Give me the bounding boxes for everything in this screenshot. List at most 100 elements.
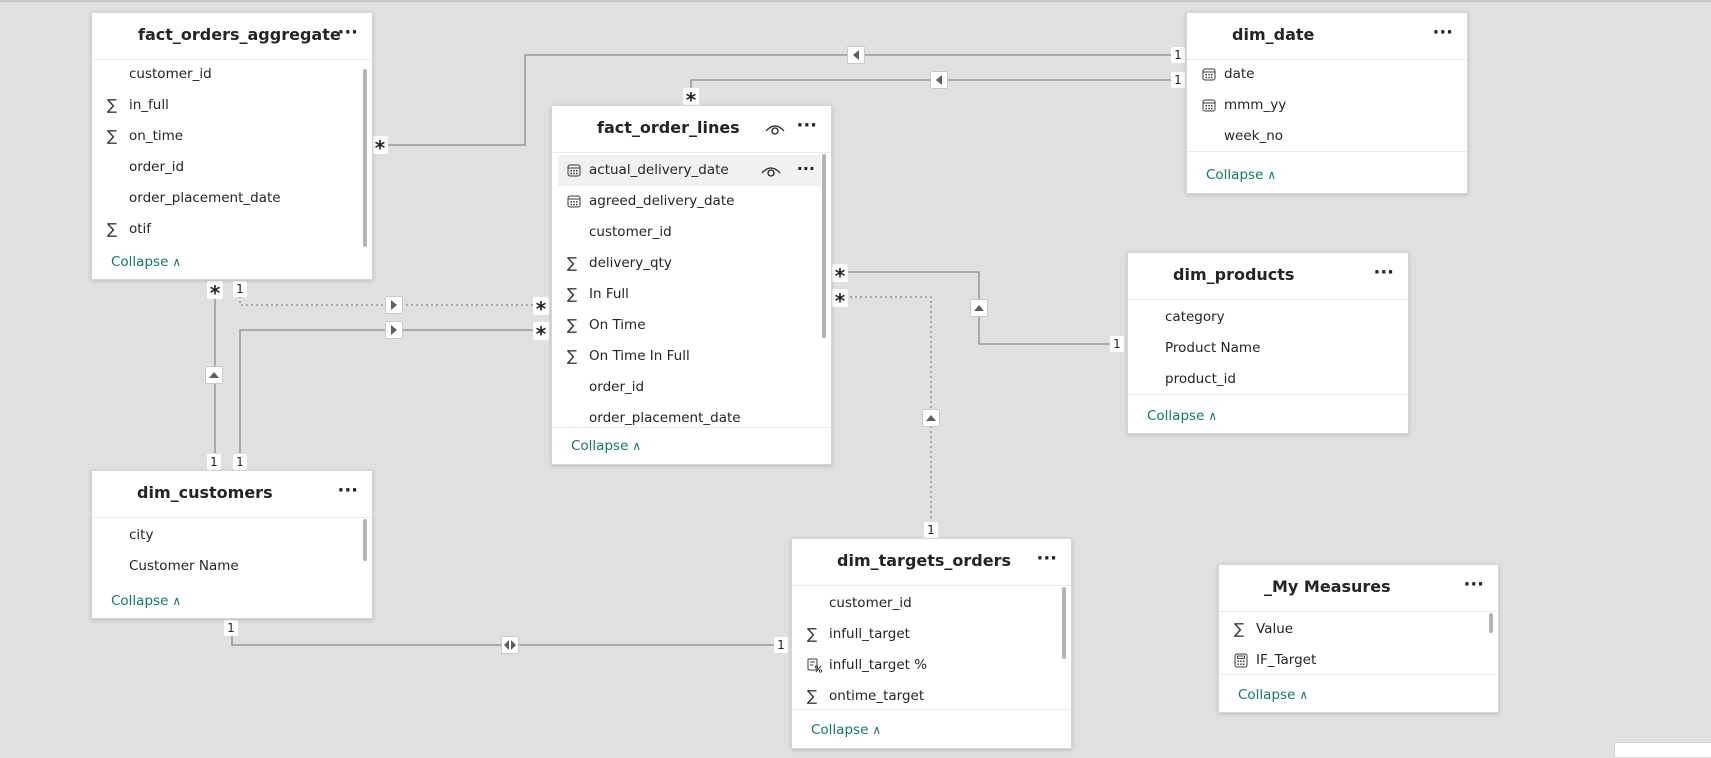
cardinality-many-label: *	[533, 297, 549, 321]
hidden-eye-icon[interactable]	[761, 164, 781, 178]
collapse-link[interactable]: Collapse ∧	[111, 593, 181, 609]
more-options-icon[interactable]: ···	[796, 115, 817, 136]
scrollbar[interactable]	[1062, 587, 1066, 659]
collapse-label: Collapse	[111, 254, 169, 270]
more-options-icon[interactable]: ···	[1463, 574, 1484, 595]
field-name: delivery_qty	[589, 255, 672, 271]
field-row[interactable]: ∑ in_full	[92, 90, 372, 121]
field-name: mmm_yy	[1224, 97, 1287, 113]
filter-direction-right-icon[interactable]	[385, 321, 403, 339]
field-row[interactable]: ∑ On Time	[552, 310, 831, 341]
table-header[interactable]: dim_targets_orders ···	[792, 539, 1071, 586]
table-header[interactable]: fact_order_lines ···	[552, 106, 831, 153]
more-options-icon[interactable]: ···	[1432, 22, 1453, 43]
field-row[interactable]: date	[1187, 59, 1467, 90]
table-card-dim-date[interactable]: dim_date ··· date mmm_yy week_no Collaps…	[1186, 12, 1468, 194]
field-icon	[567, 380, 581, 395]
field-row[interactable]: ∑ On Time In Full	[552, 341, 831, 372]
field-row[interactable]: ∑ on_time	[92, 121, 372, 152]
collapse-link[interactable]: Collapse ∧	[811, 722, 881, 738]
field-row[interactable]: order_id	[92, 152, 372, 183]
collapse-link[interactable]: Collapse ∧	[571, 438, 641, 454]
more-options-icon[interactable]: ···	[1373, 262, 1394, 283]
table-title: fact_order_lines	[597, 118, 740, 137]
field-row[interactable]: mmm_yy	[1187, 90, 1467, 121]
field-list[interactable]: actual_delivery_date ··· agreed_delivery_…	[552, 155, 831, 432]
field-row[interactable]: ∑ In Full	[552, 279, 831, 310]
collapse-link[interactable]: Collapse ∧	[111, 254, 181, 270]
calendar-icon	[567, 194, 581, 209]
collapse-label: Collapse	[111, 593, 169, 609]
field-list[interactable]: city Customer Name	[92, 520, 372, 582]
field-row[interactable]: ∑ otif	[92, 214, 372, 245]
cardinality-one-label: 1	[1110, 336, 1124, 352]
field-row[interactable]: customer_id	[552, 217, 831, 248]
cardinality-one-label: 1	[224, 620, 238, 636]
field-row[interactable]: order_id	[552, 372, 831, 403]
field-icon	[107, 191, 121, 206]
field-name: city	[129, 527, 154, 543]
field-name: order_placement_date	[589, 410, 741, 426]
field-list[interactable]: category Product Name product_id	[1128, 302, 1408, 395]
filter-direction-up-icon[interactable]	[922, 409, 940, 427]
scrollbar[interactable]	[363, 69, 367, 247]
collapse-link[interactable]: Collapse ∧	[1206, 167, 1276, 183]
collapse-link[interactable]: Collapse ∧	[1147, 408, 1217, 424]
table-card-fact-orders-aggregate[interactable]: fact_orders_aggregate ··· customer_id ∑ i…	[91, 12, 373, 280]
more-options-icon[interactable]: ···	[1036, 548, 1057, 569]
field-row-selected[interactable]: actual_delivery_date ···	[558, 155, 821, 186]
field-row[interactable]: week_no	[1187, 121, 1467, 152]
field-list[interactable]: customer_id ∑ infull_target infull_target…	[792, 588, 1071, 712]
table-header[interactable]: dim_date ···	[1187, 13, 1467, 60]
scrollbar[interactable]	[1489, 613, 1493, 633]
field-row[interactable]: customer_id	[792, 588, 1071, 619]
field-list[interactable]: customer_id ∑ in_full ∑ on_time order_id o…	[92, 59, 372, 245]
filter-direction-up-icon[interactable]	[205, 366, 223, 384]
field-row[interactable]: ∑ ontime_target	[792, 681, 1071, 712]
table-header[interactable]: _My Measures ···	[1219, 565, 1498, 612]
collapse-link[interactable]: Collapse ∧	[1238, 687, 1308, 703]
table-card-dim-products[interactable]: dim_products ··· category Product Name p…	[1127, 252, 1409, 434]
scrollbar[interactable]	[822, 154, 826, 338]
filter-direction-left-icon[interactable]	[930, 71, 948, 89]
field-row[interactable]: infull_target %	[792, 650, 1071, 681]
field-icon	[1202, 129, 1216, 144]
rel-line-fol-targets	[835, 296, 932, 520]
minimap-panel[interactable]	[1614, 742, 1711, 758]
field-row[interactable]: city	[92, 520, 372, 551]
model-canvas[interactable]: * 1 1 * * * 1 1 * * * 1 1 1 1 1 fact_ord…	[0, 0, 1711, 758]
filter-direction-right-icon[interactable]	[385, 296, 403, 314]
field-row[interactable]: ∑ Value	[1219, 614, 1498, 645]
table-card-dim-customers[interactable]: dim_customers ··· city Customer Name Col…	[91, 470, 373, 619]
field-row[interactable]: ∑ infull_target	[792, 619, 1071, 650]
field-row[interactable]: product_id	[1128, 364, 1408, 395]
table-card-my-measures[interactable]: _My Measures ··· ∑ Value IF_Target Collap…	[1218, 564, 1499, 713]
scrollbar[interactable]	[363, 519, 367, 561]
field-name: infull_target	[829, 626, 910, 642]
field-row[interactable]: IF_Target	[1219, 645, 1498, 676]
field-name: product_id	[1165, 371, 1236, 387]
hidden-eye-icon[interactable]	[765, 122, 785, 136]
field-row[interactable]: Product Name	[1128, 333, 1408, 364]
more-options-icon[interactable]: ···	[337, 480, 358, 501]
field-row[interactable]: customer_id	[92, 59, 372, 90]
field-row[interactable]: ∑ delivery_qty	[552, 248, 831, 279]
field-list[interactable]: ∑ Value IF_Target	[1219, 614, 1498, 676]
filter-direction-left-icon[interactable]	[847, 46, 865, 64]
table-header[interactable]: dim_customers ···	[92, 471, 372, 518]
field-row[interactable]: agreed_delivery_date	[552, 186, 831, 217]
table-card-dim-targets-orders[interactable]: dim_targets_orders ··· customer_id ∑ infu…	[791, 538, 1072, 749]
field-list[interactable]: date mmm_yy week_no	[1187, 59, 1467, 152]
table-card-fact-order-lines[interactable]: fact_order_lines ··· actual_delivery_dat…	[551, 105, 832, 465]
more-options-icon[interactable]: ···	[337, 22, 358, 43]
field-row[interactable]: order_placement_date	[92, 183, 372, 214]
chevron-up-icon: ∧	[1208, 409, 1218, 423]
filter-direction-both-icon[interactable]	[501, 636, 519, 654]
table-header[interactable]: dim_products ···	[1128, 253, 1408, 300]
filter-direction-up-icon[interactable]	[970, 299, 988, 317]
more-options-icon[interactable]: ···	[797, 159, 815, 178]
field-row[interactable]: Customer Name	[92, 551, 372, 582]
field-row[interactable]: category	[1128, 302, 1408, 333]
table-header[interactable]: fact_orders_aggregate ···	[92, 13, 372, 60]
cardinality-one-label: 1	[207, 454, 221, 470]
